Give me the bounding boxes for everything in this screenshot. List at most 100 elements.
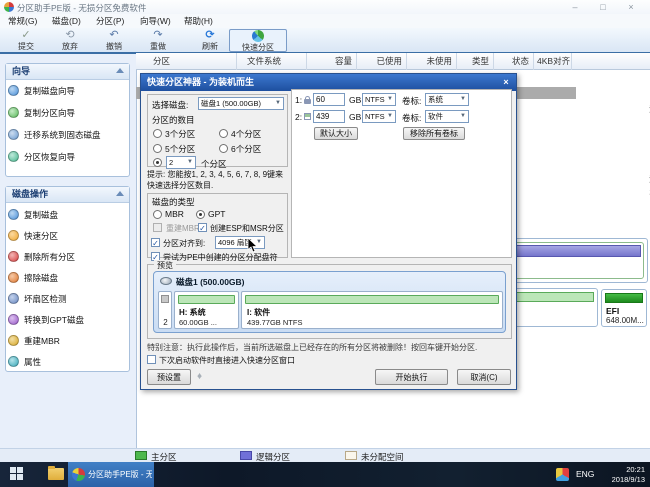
sidebar-item-properties[interactable]: 属性 (6, 352, 121, 372)
sidebar-item-migrate-os[interactable]: 迁移系统到固态磁盘 (6, 125, 121, 145)
hidden-partition-icon (161, 295, 169, 303)
row2-index: 2: (295, 112, 302, 122)
checkbox-create-esp[interactable]: ✓ (198, 223, 207, 232)
preview-block-system[interactable]: H: 系统 60.00GB ... (174, 291, 239, 329)
sidebar-item-copy-disk-wizard[interactable]: 复制磁盘向导 (6, 81, 121, 101)
disk-ops-panel-header[interactable]: 磁盘操作 (6, 187, 129, 203)
sidebar-item-delete-all-partitions[interactable]: 删除所有分区 (6, 247, 121, 267)
radio-3-partitions[interactable] (153, 129, 162, 138)
custom-count-dropdown[interactable]: 2▼ (166, 156, 196, 169)
undo-icon: ↶ (96, 29, 132, 42)
menu-disk[interactable]: 磁盘(D) (48, 15, 85, 27)
cancel-button[interactable]: 取消(C) (457, 369, 511, 385)
col-used[interactable]: 已使用 (357, 53, 407, 70)
wipe-disk-icon (8, 272, 19, 283)
sidebar-item-rebuild-mbr[interactable]: 重建MBR (6, 331, 121, 351)
chevron-down-icon: ▼ (275, 98, 281, 109)
checkbox-rebuild-mbr (153, 223, 162, 232)
language-indicator[interactable]: ENG (576, 469, 594, 479)
radio-5-partitions[interactable] (153, 144, 162, 153)
row2-fs-dropdown[interactable]: NTFS▼ (362, 110, 396, 123)
row2-label-dropdown[interactable]: 软件▼ (425, 110, 469, 123)
properties-icon (8, 356, 19, 367)
sidebar-item-bad-sector-test[interactable]: 坏扇区检测 (6, 289, 121, 309)
row-status: 活动 (630, 173, 650, 185)
row2-size-input[interactable] (313, 110, 345, 123)
col-unused[interactable]: 未使用 (407, 53, 457, 70)
chevron-down-icon: ▼ (387, 94, 393, 105)
sidebar-item-copy-disk[interactable]: 复制磁盘 (6, 205, 121, 225)
radio-custom-count[interactable] (153, 158, 162, 167)
check-icon: ✓ (8, 29, 44, 42)
col-partition[interactable]: 分区 (136, 53, 237, 70)
menu-general[interactable]: 常规(G) (4, 15, 41, 27)
menu-partition[interactable]: 分区(P) (92, 15, 128, 27)
file-explorer-icon[interactable] (48, 468, 64, 480)
disk-select-dropdown[interactable]: 磁盘1 (500.00GB)▼ (198, 97, 284, 110)
checkbox-align[interactable]: ✓ (151, 238, 160, 247)
partition-icon (304, 113, 311, 120)
close-button[interactable]: × (622, 1, 640, 13)
preview-disk-title: 磁盘1 (500.00GB) (176, 276, 245, 288)
col-capacity[interactable]: 容量 (307, 53, 357, 70)
row1-size-input[interactable] (313, 93, 345, 106)
sidebar-item-partition-recovery[interactable]: 分区恢复向导 (6, 147, 121, 167)
efi-partition-block[interactable]: EFI 648.00M... (601, 289, 647, 327)
col-filesystem[interactable]: 文件系统 (237, 53, 307, 70)
ime-icon[interactable] (556, 468, 569, 481)
refresh-button[interactable]: ⟳ 刷新 (192, 29, 228, 52)
sidebar-item-copy-partition-wizard[interactable]: 复制分区向导 (6, 103, 121, 123)
lock-icon (304, 99, 311, 104)
commit-button[interactable]: ✓ 提交 (8, 29, 44, 52)
remove-labels-button[interactable]: 移除所有卷标 (403, 127, 465, 140)
menu-wizard[interactable]: 向导(W) (136, 15, 175, 27)
menu-bar: 常规(G) 磁盘(D) 分区(P) 向导(W) 帮助(H) (0, 14, 650, 28)
col-status[interactable]: 状态 (494, 53, 534, 70)
checkbox-startup[interactable] (147, 355, 156, 364)
disk-icon (160, 277, 172, 285)
quick-partition-button[interactable]: 快速分区 (229, 29, 287, 52)
preview-block-software[interactable]: I: 软件 439.77GB NTFS (241, 291, 503, 329)
sidebar-item-quick-partition[interactable]: 快速分区 (6, 226, 121, 246)
quick-partition-icon (8, 230, 19, 241)
maximize-button[interactable]: □ (594, 1, 612, 13)
sidebar-item-wipe-disk[interactable]: 擦除磁盘 (6, 268, 121, 288)
radio-mbr[interactable] (153, 210, 162, 219)
sidebar-item-convert-gpt[interactable]: 转换到GPT磁盘 (6, 310, 121, 330)
dialog-close-icon[interactable]: × (499, 76, 513, 89)
default-size-button[interactable]: 默认大小 (314, 127, 358, 140)
radio-gpt[interactable] (196, 210, 205, 219)
taskbar-app-button[interactable]: 分区助手PE版 - 无... (68, 462, 154, 487)
redo-button[interactable]: ↷ 重做 (140, 29, 176, 52)
row1-fs-dropdown[interactable]: NTFS▼ (362, 93, 396, 106)
copy-disk-icon (8, 209, 19, 220)
col-type[interactable]: 类型 (457, 53, 494, 70)
row1-label-dropdown[interactable]: 系统▼ (425, 93, 469, 106)
row-status: 活动 (630, 103, 650, 115)
time: 20:21 (597, 465, 645, 475)
legend-bar: 主分区 逻辑分区 未分配空间 (0, 448, 650, 462)
discard-button[interactable]: ⟲ 放弃 (52, 29, 88, 52)
copy-disk-wizard-icon (8, 85, 19, 96)
clock[interactable]: 20:21 2018/9/13 (597, 465, 645, 484)
chevron-down-icon: ▼ (460, 94, 466, 105)
minimize-button[interactable]: – (566, 1, 584, 13)
collapse-icon[interactable] (116, 68, 124, 73)
row-status: 无 (630, 157, 650, 169)
quick-partition-icon (230, 30, 286, 43)
radio-6-partitions[interactable] (219, 144, 228, 153)
preview-mini-block[interactable]: 2 (158, 291, 172, 329)
date: 2018/9/13 (597, 475, 645, 485)
start-button[interactable] (10, 467, 25, 482)
collapse-icon[interactable] (116, 191, 124, 196)
wizards-panel-header[interactable]: 向导 (6, 64, 129, 80)
undo-button[interactable]: ↶ 撤销 (96, 29, 132, 52)
preset-button[interactable]: 预设置 (147, 369, 191, 385)
window-title: 分区助手PE版 - 无损分区免费软件 (17, 2, 146, 14)
migrate-os-icon (8, 129, 19, 140)
radio-4-partitions[interactable] (219, 129, 228, 138)
toolbar: ✓ 提交 ⟲ 放弃 ↶ 撤销 ↷ 重做 ⟳ 刷新 快速分区 (0, 28, 650, 53)
execute-button[interactable]: 开始执行 (375, 369, 448, 385)
menu-help[interactable]: 帮助(H) (180, 15, 217, 27)
col-4kb[interactable]: 4KB对齐 (534, 53, 572, 70)
